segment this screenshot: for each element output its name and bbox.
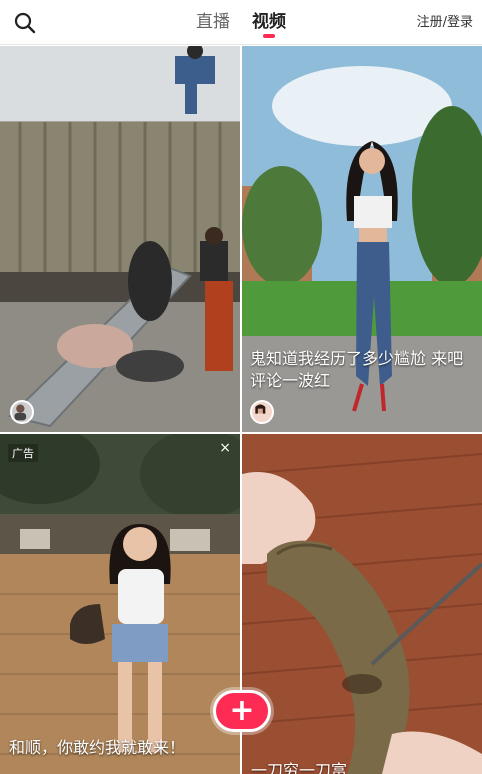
video-thumbnail	[0, 434, 240, 774]
author-avatar[interactable]	[250, 400, 274, 424]
tab-video[interactable]: 视频	[252, 0, 286, 45]
tab-bar: 直播 视频	[0, 0, 482, 45]
publish-button[interactable]: +	[213, 690, 271, 732]
video-card[interactable]: 一刀穷一刀富	[242, 434, 482, 774]
video-thumbnail	[0, 46, 240, 432]
top-bar: 直播 视频 注册/登录	[0, 0, 482, 45]
person-icon	[255, 404, 266, 414]
ad-video-card[interactable]: 广告 × 和顺，你敢约我就敢来！	[0, 434, 240, 774]
close-icon[interactable]: ×	[219, 440, 231, 456]
person-icon	[14, 404, 27, 421]
register-login-link[interactable]: 注册/登录	[417, 0, 473, 45]
author-avatar[interactable]	[10, 400, 34, 424]
video-caption: 鬼知道我经历了多少尴尬 来吧 评论一波红	[250, 349, 464, 390]
video-card[interactable]	[0, 46, 240, 432]
video-feed-grid: 鬼知道我经历了多少尴尬 来吧 评论一波红 广告 × 和顺，你敢约我就敢来！ 一刀…	[0, 46, 482, 774]
plus-icon: +	[229, 693, 255, 728]
video-caption: 一刀穷一刀富	[251, 761, 348, 774]
video-thumbnail	[242, 434, 482, 774]
tab-live[interactable]: 直播	[196, 0, 230, 45]
ad-badge: 广告	[8, 444, 38, 462]
video-caption: 和顺，你敢约我就敢来！	[9, 738, 186, 757]
video-card[interactable]: 鬼知道我经历了多少尴尬 来吧 评论一波红	[242, 46, 482, 432]
